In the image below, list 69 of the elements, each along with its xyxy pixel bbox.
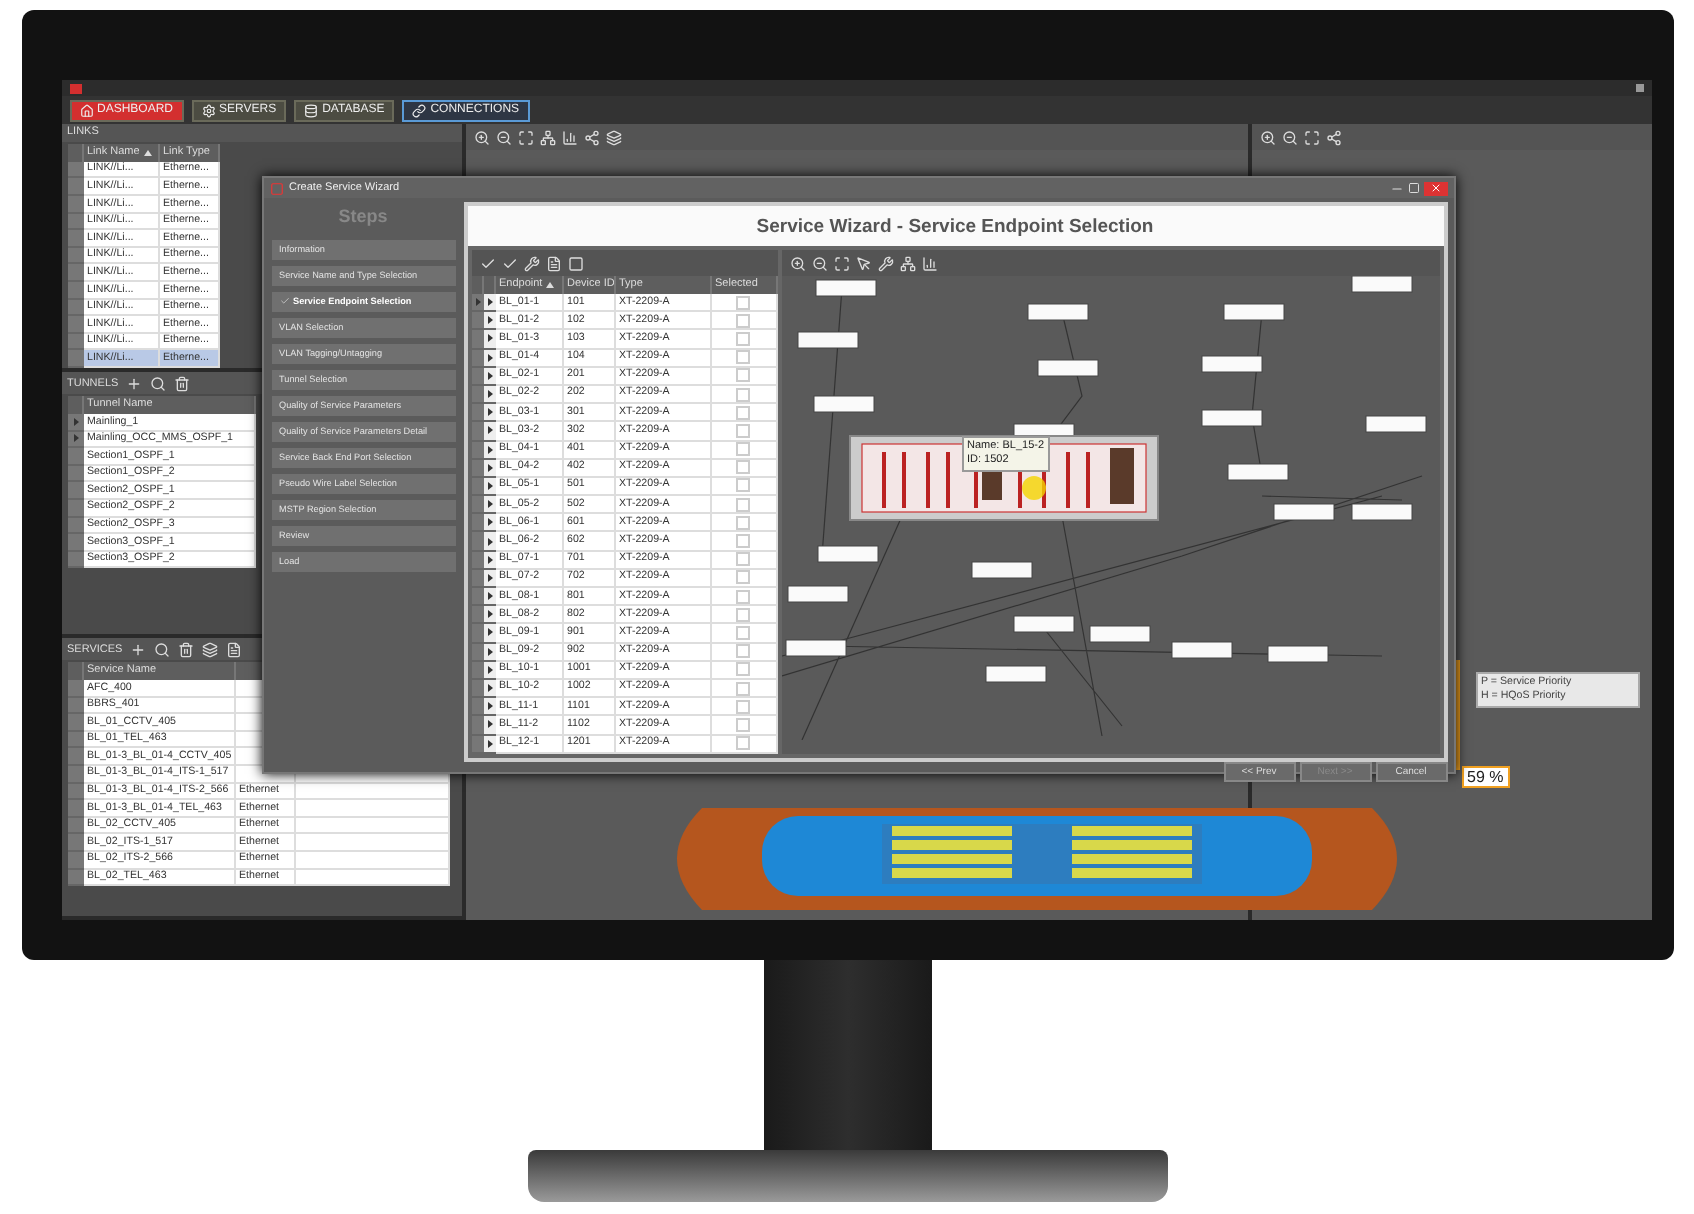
logo-icon <box>69 83 81 93</box>
checkbox[interactable] <box>736 681 750 696</box>
checkbox[interactable] <box>736 368 750 383</box>
expand-arrow-icon[interactable] <box>485 739 493 748</box>
checkbox[interactable] <box>736 570 750 585</box>
check-icon <box>279 296 289 307</box>
checkbox[interactable] <box>736 717 750 732</box>
wrench-icon[interactable] <box>523 255 539 271</box>
share-icon[interactable] <box>583 129 599 145</box>
checkbox[interactable] <box>736 589 750 604</box>
layers-icon[interactable] <box>202 641 219 657</box>
checkbox[interactable] <box>736 295 750 310</box>
pointer-icon[interactable] <box>855 255 871 271</box>
layers-icon[interactable] <box>605 129 621 145</box>
search-icon[interactable] <box>150 375 167 391</box>
sort-arrow-icon <box>546 282 555 288</box>
document-icon[interactable] <box>226 641 243 657</box>
checkbox[interactable] <box>736 607 750 622</box>
zoom-out-icon[interactable] <box>1281 129 1297 145</box>
share-icon[interactable] <box>1325 129 1341 145</box>
zoom-out-icon[interactable] <box>495 129 511 145</box>
checkbox[interactable] <box>736 350 750 365</box>
checkbox[interactable] <box>736 313 750 328</box>
database-icon <box>304 103 319 117</box>
wizard-title: Service Wizard - Service Endpoint Selection <box>756 215 1154 237</box>
sort-arrow-icon <box>143 149 152 156</box>
hierarchy-icon[interactable] <box>899 255 915 271</box>
checkbox[interactable] <box>736 423 750 438</box>
percentage-label: 59 % <box>1461 766 1510 788</box>
level-line <box>1455 660 1459 770</box>
checkbox[interactable] <box>736 331 750 346</box>
search-icon[interactable] <box>154 641 171 657</box>
checkbox[interactable] <box>736 699 750 714</box>
zoom-in-icon[interactable] <box>473 129 489 145</box>
link-icon <box>412 103 427 117</box>
checkbox[interactable] <box>736 515 750 530</box>
house-icon <box>79 103 93 117</box>
fit-icon[interactable] <box>517 129 533 145</box>
app-icon <box>269 181 283 195</box>
checkbox[interactable] <box>736 662 750 677</box>
bar-chart-icon[interactable] <box>561 129 577 145</box>
hierarchy-icon[interactable] <box>539 129 555 145</box>
zoom-in-icon[interactable] <box>789 255 805 271</box>
maximize-icon[interactable] <box>1407 182 1419 194</box>
close-button[interactable] <box>1423 181 1447 195</box>
settings-icon <box>201 103 216 117</box>
fit-icon[interactable] <box>1303 129 1319 145</box>
checkbox[interactable] <box>736 736 750 751</box>
checkbox[interactable] <box>736 534 750 549</box>
checkbox[interactable] <box>736 644 750 659</box>
row-pointer-icon[interactable] <box>473 298 481 307</box>
document-icon[interactable] <box>545 255 561 271</box>
checkbox[interactable] <box>736 552 750 567</box>
add-icon[interactable] <box>130 641 147 657</box>
bar-chart-icon[interactable] <box>921 255 937 271</box>
checkbox[interactable] <box>736 478 750 493</box>
zoom-out-icon[interactable] <box>811 255 827 271</box>
fit-icon[interactable] <box>833 255 849 271</box>
checkbox[interactable] <box>736 405 750 420</box>
checkbox[interactable] <box>736 625 750 640</box>
checkbox[interactable] <box>736 497 750 512</box>
add-icon[interactable] <box>126 375 143 391</box>
checkbox[interactable] <box>736 387 750 402</box>
checkbox[interactable] <box>736 460 750 475</box>
delete-icon[interactable] <box>174 375 191 391</box>
checkbox[interactable] <box>736 442 750 457</box>
zoom-in-icon[interactable] <box>1259 129 1275 145</box>
delete-icon[interactable] <box>178 641 195 657</box>
wrench-icon[interactable] <box>877 255 893 271</box>
